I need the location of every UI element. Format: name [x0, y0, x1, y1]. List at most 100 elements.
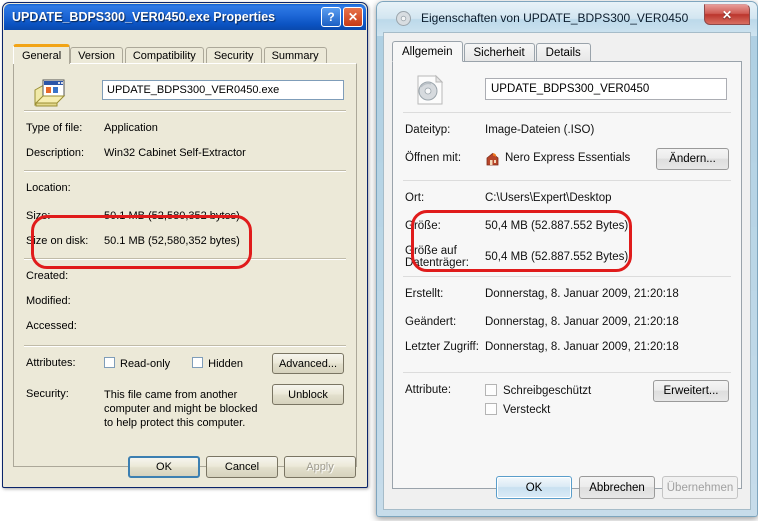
tab-compatibility[interactable]: Compatibility	[125, 47, 204, 64]
w7-tab-strip: Allgemein Sicherheit Details	[392, 41, 592, 62]
tab-security[interactable]: Security	[206, 47, 262, 64]
w7-label-schreibgeschuetzt: Schreibgeschützt	[503, 385, 591, 397]
w7-label-versteckt: Versteckt	[503, 404, 550, 416]
xp-label-readonly: Read-only	[120, 358, 170, 370]
w7-row-oeffnen-mit: Öffnen mit: Nero Express Essentials	[405, 152, 630, 166]
nero-icon	[485, 152, 500, 166]
w7-row-groesse: Größe: 50,4 MB (52.887.552 Bytes)	[405, 220, 729, 233]
xp-title-bar[interactable]: UPDATE_BDPS300_VER0450.exe Properties ? …	[4, 4, 366, 30]
xp-tab-strip: General Version Compatibility Security S…	[13, 44, 329, 64]
checkbox-icon[interactable]	[485, 384, 497, 396]
advanced-button[interactable]: Advanced...	[272, 353, 344, 374]
w7-row-geaendert: Geändert: Donnerstag, 8. Januar 2009, 21…	[405, 316, 729, 329]
xp-window-controls: ? ✕	[321, 7, 363, 27]
xp-divider-1	[24, 110, 346, 112]
cancel-button[interactable]: Cancel	[206, 456, 278, 478]
xp-dialog-body: General Version Compatibility Security S…	[4, 30, 366, 486]
xp-label-security: Security:	[26, 388, 104, 430]
w7-value-letzter-zugriff: Donnerstag, 8. Januar 2009, 21:20:18	[485, 341, 679, 353]
w7-label-ort: Ort:	[405, 192, 485, 205]
xp-row-created: Created:	[26, 270, 344, 282]
w7-checkbox-schreibgeschuetzt[interactable]: Schreibgeschützt	[485, 384, 591, 397]
xp-row-accessed: Accessed:	[26, 320, 344, 332]
unblock-button[interactable]: Unblock	[272, 384, 344, 405]
tab-summary[interactable]: Summary	[264, 47, 327, 64]
xp-row-security: Security: This file came from another co…	[26, 388, 276, 430]
tab-sicherheit[interactable]: Sicherheit	[464, 43, 535, 62]
checkbox-icon[interactable]	[104, 357, 115, 368]
w7-row-letzter-zugriff: Letzter Zugriff: Donnerstag, 8. Januar 2…	[405, 341, 729, 353]
w7-filename-field[interactable]: UPDATE_BDPS300_VER0450	[485, 78, 727, 100]
tab-allgemein[interactable]: Allgemein	[392, 41, 463, 62]
xp-row-description: Description: Win32 Cabinet Self-Extracto…	[26, 147, 344, 159]
xp-label-size-on-disk: Size on disk:	[26, 235, 104, 247]
w7-value-geaendert: Donnerstag, 8. Januar 2009, 21:20:18	[485, 316, 679, 329]
w7-value-groesse: 50,4 MB (52.887.552 Bytes)	[485, 220, 628, 233]
w7-divider-2	[403, 180, 731, 181]
xp-label-created: Created:	[26, 270, 104, 282]
w7-value-groesse-auf-datentraeger: 50,4 MB (52.887.552 Bytes)	[485, 251, 628, 263]
xp-divider-2	[24, 170, 346, 172]
w7-divider-4	[403, 372, 731, 373]
xp-window-title: UPDATE_BDPS300_VER0450.exe Properties	[12, 10, 275, 24]
xp-row-location: Location:	[26, 182, 344, 194]
apply-button: Übernehmen	[662, 476, 738, 499]
w7-checkbox-versteckt[interactable]: Versteckt	[485, 403, 591, 416]
xp-footer-buttons: OK Cancel Apply	[128, 456, 356, 478]
apply-button: Apply	[284, 456, 356, 478]
w7-label-dateityp: Dateityp:	[405, 124, 485, 137]
xp-row-size-on-disk: Size on disk: 50.1 MB (52,580,352 bytes)	[26, 235, 344, 247]
w7-general-panel: UPDATE_BDPS300_VER0450 Dateityp: Image-D…	[392, 61, 742, 489]
disc-window-icon	[395, 10, 412, 27]
w7-value-ort: C:\Users\Expert\Desktop	[485, 192, 612, 205]
w7-row-erstellt: Erstellt: Donnerstag, 8. Januar 2009, 21…	[405, 288, 729, 301]
cancel-button[interactable]: Abbrechen	[579, 476, 655, 499]
xp-checkbox-hidden[interactable]: Hidden	[192, 357, 243, 370]
w7-row-groesse-auf-datentraeger: Größe auf Datenträger: 50,4 MB (52.887.5…	[405, 245, 729, 269]
w7-row-attribute: Attribute: Schreibgeschützt Versteckt	[405, 384, 591, 416]
xp-value-description: Win32 Cabinet Self-Extractor	[104, 147, 246, 159]
xp-row-type-of-file: Type of file: Application	[26, 122, 344, 134]
xp-filename-field[interactable]: UPDATE_BDPS300_VER0450.exe	[102, 80, 344, 100]
tab-general[interactable]: General	[13, 44, 70, 64]
help-icon[interactable]: ?	[321, 7, 341, 27]
xp-divider-4	[24, 345, 346, 347]
self-extractor-icon	[32, 76, 66, 108]
w7-label-oeffnen-mit: Öffnen mit:	[405, 152, 485, 166]
xp-label-accessed: Accessed:	[26, 320, 104, 332]
xp-general-panel: UPDATE_BDPS300_VER0450.exe Type of file:…	[13, 63, 357, 467]
w7-row-dateityp: Dateityp: Image-Dateien (.ISO)	[405, 124, 729, 137]
xp-label-hidden: Hidden	[208, 358, 243, 370]
w7-label-letzter-zugriff: Letzter Zugriff:	[405, 341, 485, 353]
ok-button[interactable]: OK	[128, 456, 200, 478]
w7-label-erstellt: Erstellt:	[405, 288, 485, 301]
w7-dialog-body: Allgemein Sicherheit Details UPDATE_BDPS…	[383, 32, 751, 510]
checkbox-icon[interactable]	[192, 357, 203, 368]
w7-label-attribute: Attribute:	[405, 384, 485, 416]
change-button[interactable]: Ändern...	[656, 148, 729, 170]
close-icon[interactable]: ✕	[343, 7, 363, 27]
advanced-button[interactable]: Erweitert...	[653, 380, 729, 402]
xp-label-description: Description:	[26, 147, 104, 159]
xp-row-modified: Modified:	[26, 295, 344, 307]
w7-label-geaendert: Geändert:	[405, 316, 485, 329]
w7-divider-3	[403, 276, 731, 277]
xp-value-size: 50.1 MB (52,580,352 bytes)	[104, 210, 240, 222]
xp-label-modified: Modified:	[26, 295, 104, 307]
close-icon[interactable]: ✕	[704, 4, 750, 25]
tab-version[interactable]: Version	[70, 47, 123, 64]
iso-file-icon	[415, 74, 445, 106]
w7-value-erstellt: Donnerstag, 8. Januar 2009, 21:20:18	[485, 288, 679, 301]
w7-title-bar[interactable]: Eigenschaften von UPDATE_BDPS300_VER0450…	[377, 2, 757, 36]
tab-details[interactable]: Details	[536, 43, 591, 62]
w7-divider-1	[403, 112, 731, 113]
xp-label-attributes: Attributes:	[26, 357, 104, 370]
xp-value-security-text: This file came from another computer and…	[104, 388, 269, 430]
xp-value-size-on-disk: 50.1 MB (52,580,352 bytes)	[104, 235, 240, 247]
ok-button[interactable]: OK	[496, 476, 572, 499]
xp-divider-3	[24, 258, 346, 260]
w7-window-title: Eigenschaften von UPDATE_BDPS300_VER0450	[421, 11, 688, 25]
checkbox-icon[interactable]	[485, 403, 497, 415]
xp-label-location: Location:	[26, 182, 104, 194]
xp-checkbox-readonly[interactable]: Read-only	[104, 357, 170, 370]
